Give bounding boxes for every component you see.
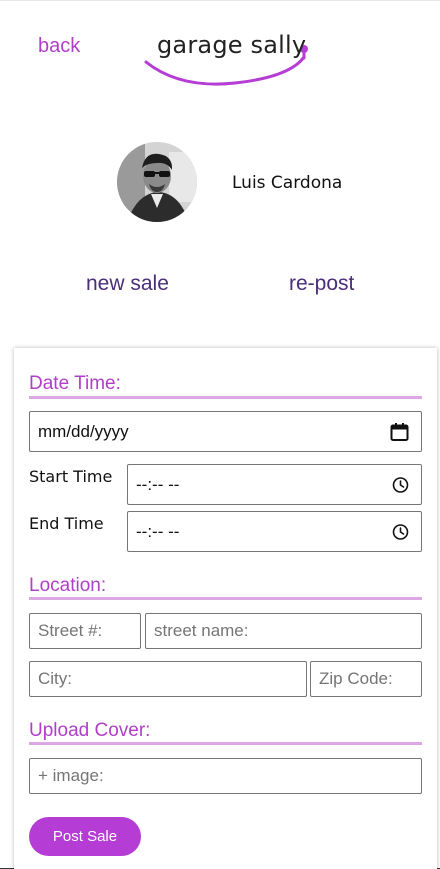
street-name-placeholder: street name: <box>154 621 249 640</box>
clock-icon[interactable] <box>392 523 409 540</box>
avatar-photo <box>117 142 197 222</box>
image-upload-input[interactable]: + image: <box>29 758 422 794</box>
user-name: Luis Cardona <box>232 173 343 193</box>
tab-new-sale[interactable]: new sale <box>86 272 169 296</box>
clock-icon[interactable] <box>392 476 409 493</box>
tab-repost[interactable]: re-post <box>289 272 354 296</box>
date-time-divider <box>29 396 422 399</box>
end-time-value: --:-- -- <box>136 521 180 541</box>
date-time-heading: Date Time: <box>29 373 121 394</box>
city-input[interactable]: City: <box>29 661 307 697</box>
city-placeholder: City: <box>38 669 72 688</box>
logo-text: garage sally <box>157 31 307 59</box>
upload-cover-heading: Upload Cover: <box>29 720 151 741</box>
street-number-input[interactable]: Street #: <box>29 613 141 649</box>
user-avatar <box>117 142 197 222</box>
image-upload-placeholder: + image: <box>38 766 104 785</box>
back-link[interactable]: back <box>38 35 80 58</box>
street-number-placeholder: Street #: <box>38 621 103 640</box>
date-input[interactable]: mm/dd/yyyy <box>29 411 422 452</box>
date-input-value: mm/dd/yyyy <box>38 421 129 441</box>
street-name-input[interactable]: street name: <box>145 613 422 649</box>
post-sale-button[interactable]: Post Sale <box>29 817 141 856</box>
location-heading: Location: <box>29 575 107 596</box>
upload-cover-divider <box>29 742 422 745</box>
end-time-input[interactable]: --:-- -- <box>127 511 422 552</box>
start-time-label: Start Time <box>29 467 113 486</box>
location-divider <box>29 597 422 600</box>
garage-sally-logo: garage sally <box>140 27 315 91</box>
new-sale-form: Date Time: mm/dd/yyyy Start Time --:-- -… <box>14 348 437 869</box>
calendar-icon[interactable] <box>390 422 409 441</box>
app-screen: back garage sally Luis Cardona new sale … <box>0 0 440 869</box>
start-time-value: --:-- -- <box>136 474 180 494</box>
zip-code-placeholder: Zip Code: <box>319 669 393 688</box>
start-time-input[interactable]: --:-- -- <box>127 464 422 505</box>
end-time-label: End Time <box>29 514 104 533</box>
zip-code-input[interactable]: Zip Code: <box>310 661 422 697</box>
